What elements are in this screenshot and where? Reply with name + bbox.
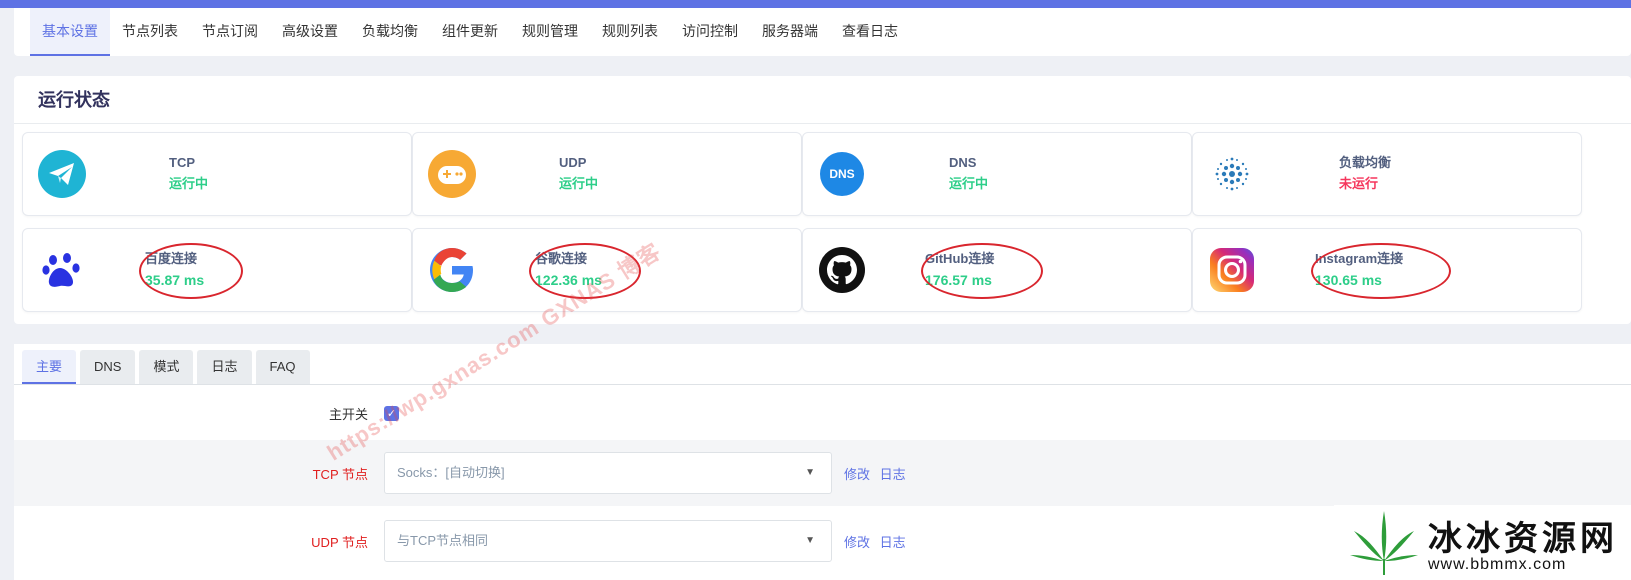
top-accent-bar xyxy=(0,0,1631,8)
udp-node-log-link[interactable]: 日志 xyxy=(880,535,906,550)
status-card-value: 运行中 xyxy=(949,176,989,191)
tcp-node-row: TCP 节点 Socks：[自动切换] ▼ 修改 日志 xyxy=(14,440,1631,506)
nav-server-side[interactable]: 服务器端 xyxy=(750,8,830,56)
nav-component-update[interactable]: 组件更新 xyxy=(430,8,510,56)
status-card-tcp: TCP 运行中 xyxy=(22,132,412,216)
status-card-udp: UDP 运行中 xyxy=(412,132,802,216)
udp-node-select[interactable]: 与TCP节点相同 ▼ xyxy=(384,520,832,562)
paper-plane-icon xyxy=(37,149,87,199)
main-switch-checkbox[interactable]: ✓ xyxy=(384,405,399,421)
nav-rule-list[interactable]: 规则列表 xyxy=(590,8,670,56)
status-card-google: 谷歌连接 122.36 ms xyxy=(412,228,802,312)
connection-latency: 130.65 ms xyxy=(1315,272,1382,288)
tcp-node-edit-link[interactable]: 修改 xyxy=(844,467,870,482)
connection-latency: 176.57 ms xyxy=(925,272,992,288)
tab-dns[interactable]: DNS xyxy=(80,350,136,384)
nav-load-balance[interactable]: 负载均衡 xyxy=(350,8,430,56)
main-switch-label: 主开关 xyxy=(328,406,368,422)
connection-label: 百度连接 xyxy=(145,251,198,266)
gamepad-icon xyxy=(427,149,477,199)
config-tabs: 主要 DNS 模式 日志 FAQ xyxy=(22,350,314,386)
network-globe-icon xyxy=(1207,149,1257,199)
left-gutter xyxy=(0,8,14,580)
top-navigation: 基本设置 节点列表 节点订阅 高级设置 负载均衡 组件更新 规则管理 规则列表 … xyxy=(14,8,1631,56)
status-card-label: TCP xyxy=(169,155,195,170)
connection-latency: 35.87 ms xyxy=(145,272,205,288)
connection-label: 谷歌连接 xyxy=(535,251,588,266)
main-switch-row: 主开关 ✓ xyxy=(14,386,1631,440)
nav-basic-settings[interactable]: 基本设置 xyxy=(30,8,110,56)
udp-node-row: UDP 节点 与TCP节点相同 ▼ 修改 日志 xyxy=(14,506,1631,576)
status-card-label: UDP xyxy=(559,155,587,170)
google-icon xyxy=(427,245,477,295)
status-card-load-balance: 负载均衡 未运行 xyxy=(1192,132,1582,216)
udp-node-label: UDP 节点 xyxy=(311,534,368,550)
nav-node-subscribe[interactable]: 节点订阅 xyxy=(190,8,270,56)
nav-access-control[interactable]: 访问控制 xyxy=(670,8,750,56)
connection-latency: 122.36 ms xyxy=(535,272,602,288)
tab-main[interactable]: 主要 xyxy=(22,350,77,384)
tcp-node-value: Socks：[自动切换] xyxy=(397,465,505,480)
tcp-node-select[interactable]: Socks：[自动切换] ▼ xyxy=(384,452,832,494)
status-panel: 运行状态 TCP 运行中 UDP 运行中 DNS DNS 运行中 负载均衡 未运… xyxy=(14,76,1631,324)
tab-mode[interactable]: 模式 xyxy=(139,350,194,384)
status-card-label: 负载均衡 xyxy=(1339,155,1392,170)
status-title: 运行状态 xyxy=(14,76,1631,124)
tab-divider xyxy=(14,384,1631,385)
chevron-down-icon: ▼ xyxy=(805,467,815,478)
tcp-node-log-link[interactable]: 日志 xyxy=(880,467,906,482)
chevron-down-icon: ▼ xyxy=(805,535,815,546)
dns-icon-text: DNS xyxy=(820,152,864,196)
connection-label: GitHub连接 xyxy=(925,251,995,266)
status-card-value: 未运行 xyxy=(1339,176,1379,191)
tab-log[interactable]: 日志 xyxy=(197,350,252,384)
config-panel: 主要 DNS 模式 日志 FAQ 主开关 ✓ TCP 节点 Socks：[自动切… xyxy=(14,344,1631,580)
tab-faq[interactable]: FAQ xyxy=(255,350,310,384)
nav-node-list[interactable]: 节点列表 xyxy=(110,8,190,56)
status-card-baidu: 百度连接 35.87 ms xyxy=(22,228,412,312)
tcp-node-label: TCP 节点 xyxy=(312,466,368,482)
status-card-value: 运行中 xyxy=(169,176,209,191)
status-card-label: DNS xyxy=(949,155,977,170)
instagram-icon xyxy=(1207,245,1257,295)
dns-icon: DNS xyxy=(817,149,867,199)
github-icon xyxy=(817,245,867,295)
baidu-paw-icon xyxy=(37,245,87,295)
status-card-instagram: Instagram连接 130.65 ms xyxy=(1192,228,1582,312)
status-card-github: GitHub连接 176.57 ms xyxy=(802,228,1192,312)
status-card-dns: DNS DNS 运行中 xyxy=(802,132,1192,216)
udp-node-value: 与TCP节点相同 xyxy=(397,533,489,548)
udp-node-edit-link[interactable]: 修改 xyxy=(844,535,870,550)
nav-rule-manage[interactable]: 规则管理 xyxy=(510,8,590,56)
status-card-value: 运行中 xyxy=(559,176,599,191)
nav-advanced-settings[interactable]: 高级设置 xyxy=(270,8,350,56)
connection-label: Instagram连接 xyxy=(1315,251,1404,266)
nav-view-log[interactable]: 查看日志 xyxy=(830,8,910,56)
status-grid: TCP 运行中 UDP 运行中 DNS DNS 运行中 负载均衡 未运行 百度连… xyxy=(22,132,1631,320)
